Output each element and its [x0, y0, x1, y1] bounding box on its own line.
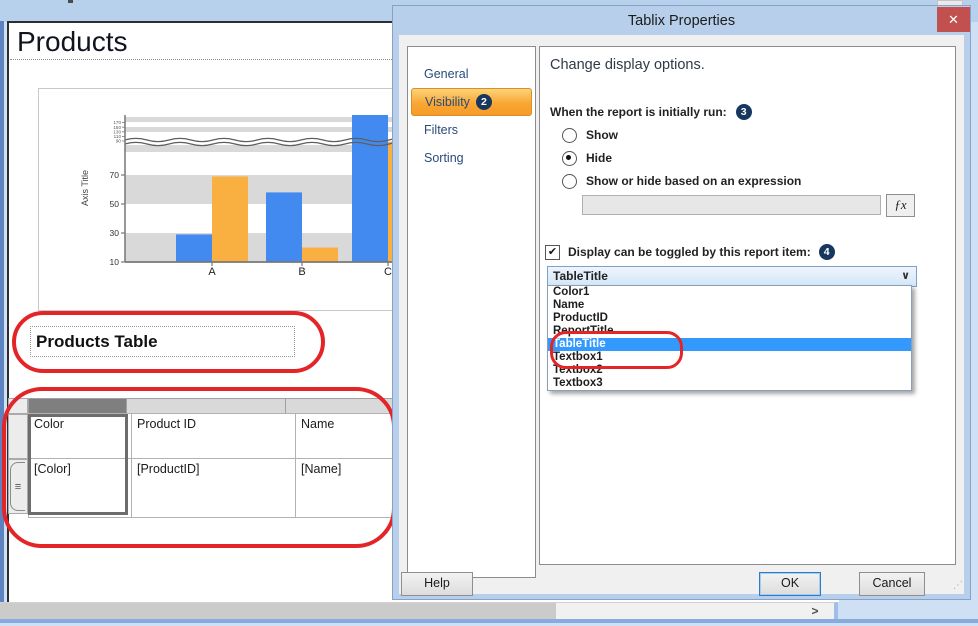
dropdown-item-name[interactable]: Name [548, 299, 911, 312]
nav-label: General [424, 67, 468, 81]
annotation-badge-2: 2 [476, 94, 492, 110]
annotation-badge-4: 4 [819, 244, 835, 260]
svg-text:130: 130 [113, 129, 121, 134]
dialog-nav-panel: General Visibility 2 Filters Sorting [407, 46, 536, 578]
report-item-combobox[interactable]: TableTitle ∨ [547, 266, 917, 287]
fx-expression-button[interactable]: ƒx [886, 194, 915, 217]
svg-text:10: 10 [110, 257, 120, 267]
nav-label: Visibility [425, 95, 470, 109]
resize-grip-icon: ⋰ [953, 580, 963, 591]
svg-text:50: 50 [110, 199, 120, 209]
cancel-button[interactable]: Cancel [859, 572, 925, 596]
radio-circle[interactable] [562, 151, 577, 166]
dialog-nav-visibility[interactable]: Visibility 2 [411, 88, 532, 116]
svg-text:B: B [298, 266, 305, 278]
radio-label: Show [586, 128, 618, 142]
dialog-content-panel: Change display options. When the report … [539, 46, 956, 565]
nav-label: Filters [424, 123, 458, 137]
svg-text:70: 70 [110, 170, 120, 180]
dialog-nav-filters[interactable]: Filters [411, 116, 532, 144]
ok-button[interactable]: OK [759, 572, 821, 596]
dropdown-item-color1[interactable]: Color1 [548, 286, 911, 299]
radio-show[interactable]: Show [562, 127, 801, 143]
expression-input[interactable] [582, 195, 881, 215]
dialog-nav-sorting[interactable]: Sorting [411, 144, 532, 172]
dialog-nav-general[interactable]: General [411, 60, 532, 88]
toggle-checkbox[interactable]: ✔ [545, 245, 560, 260]
nav-label: Sorting [424, 151, 464, 165]
combobox-value: TableTitle [553, 269, 608, 283]
svg-text:C: C [384, 266, 392, 278]
content-heading: Change display options. [550, 57, 705, 73]
horizontal-scrollbar-thumb[interactable] [0, 603, 556, 619]
radio-label: Hide [586, 151, 612, 165]
annotation-oval-table [2, 387, 396, 548]
svg-text:110: 110 [114, 134, 122, 139]
dropdown-item-productid[interactable]: ProductID [548, 312, 911, 325]
initial-run-label: When the report is initially run: [550, 105, 727, 119]
dialog-title: Tablix Properties [393, 6, 970, 35]
svg-text:Axis Title: Axis Title [80, 170, 90, 206]
toggle-checkbox-label: Display can be toggled by this report it… [568, 245, 811, 259]
toggle-checkbox-row: ✔ Display can be toggled by this report … [545, 244, 835, 260]
annotation-badge-3: 3 [736, 104, 752, 120]
radio-hide[interactable]: Hide [562, 150, 801, 166]
visibility-radio-group: Show Hide Show or hide based on an express… [562, 127, 801, 196]
tablix-properties-dialog: Tablix Properties ✕ General Visibility 2 Fi… [392, 5, 971, 600]
svg-text:30: 30 [110, 228, 120, 238]
radio-label: Show or hide based on an expression [586, 174, 801, 188]
svg-text:150: 150 [113, 125, 121, 130]
annotation-oval-table-title [12, 311, 325, 373]
radio-circle[interactable] [562, 174, 577, 189]
bar-chart: 10 30 50 70 90110130150170 A B C Axis Title [38, 88, 395, 311]
scroll-right-button[interactable]: > [796, 602, 834, 619]
radio-show[interactable]: Show or hide based on an expression [562, 173, 801, 189]
svg-text:A: A [208, 266, 216, 278]
close-icon[interactable]: ✕ [937, 7, 970, 32]
dropdown-item-textbox3[interactable]: Textbox3 [548, 377, 911, 390]
help-button[interactable]: Help [401, 572, 473, 596]
radio-circle[interactable] [562, 128, 577, 143]
initial-run-group: When the report is initially run: 3 [550, 104, 752, 120]
report-title-textbox[interactable]: Products [17, 26, 128, 58]
screen: Products 10 30 50 70 90110130150170 A B C Axis T… [0, 0, 978, 626]
annotation-oval-tabletitle [550, 331, 683, 369]
window-top-tick [68, 0, 73, 3]
svg-text:90: 90 [116, 139, 122, 144]
window-bottom-edge [0, 619, 978, 623]
svg-text:170: 170 [113, 120, 121, 125]
chevron-down-icon[interactable]: ∨ [901, 267, 910, 285]
